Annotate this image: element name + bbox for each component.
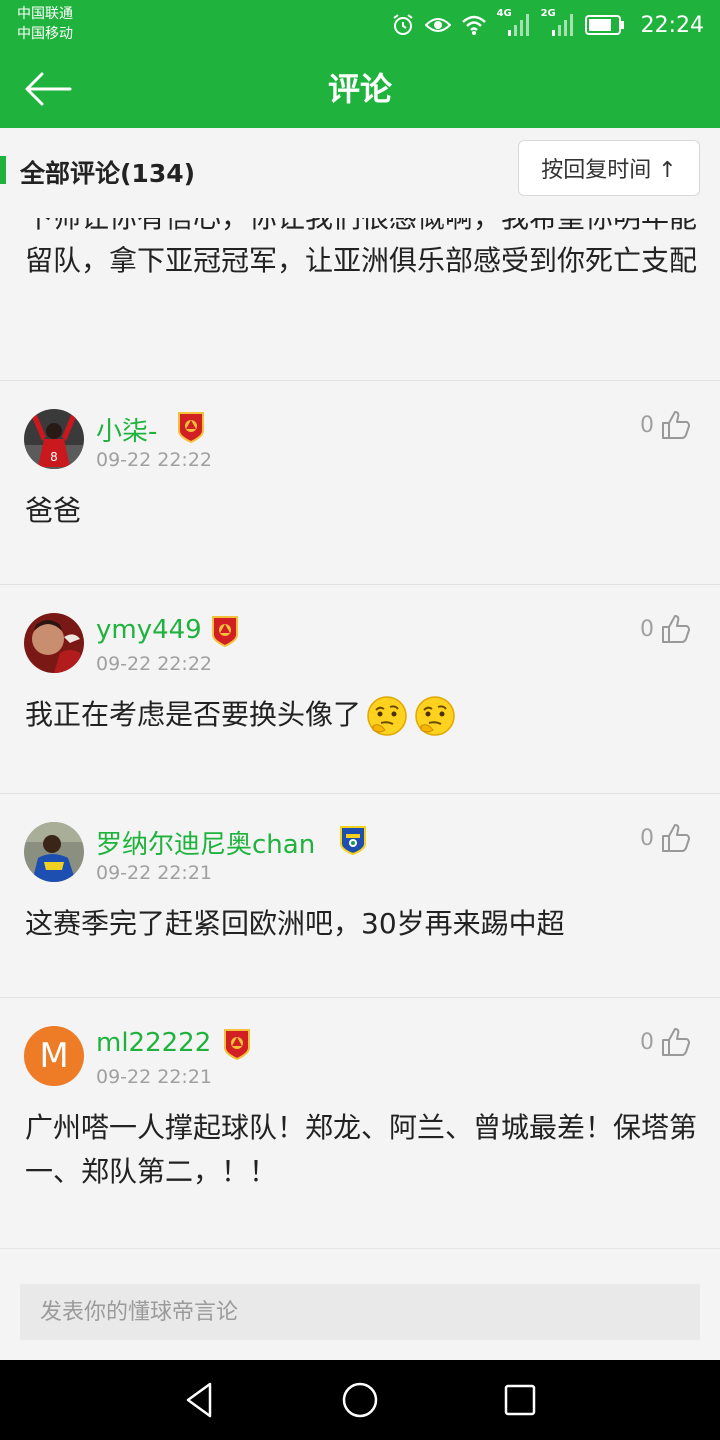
brazil-crest-icon bbox=[340, 826, 366, 856]
carrier-2: 中国移动 bbox=[17, 26, 73, 42]
status-bar: 中国联通 中国移动 4G 2G 22:24 bbox=[0, 0, 720, 50]
avatar[interactable]: M bbox=[24, 1026, 84, 1086]
svg-text:8: 8 bbox=[50, 450, 58, 464]
like-button[interactable]: 0 bbox=[640, 409, 692, 441]
team-crest-icon bbox=[178, 412, 204, 443]
thumbs-up-icon bbox=[662, 824, 690, 852]
like-count: 0 bbox=[640, 825, 654, 851]
battery-icon bbox=[584, 15, 624, 35]
comment-text: 这赛季完了赶紧回欧洲吧，30岁再来踢中超 bbox=[25, 907, 565, 940]
like-button[interactable]: 0 bbox=[640, 1026, 692, 1058]
comment-text: 我正在考虑是否要换头像了 bbox=[25, 698, 362, 731]
username[interactable]: 小柒- bbox=[96, 411, 157, 448]
carrier-1: 中国联通 bbox=[17, 6, 73, 22]
sort-button[interactable]: 按回复时间 ↑ bbox=[518, 140, 700, 196]
section-accent-bar bbox=[0, 156, 6, 184]
avatar[interactable] bbox=[24, 613, 84, 673]
section-header: 全部评论(134) 按回复时间 ↑ bbox=[0, 128, 720, 218]
avatar[interactable] bbox=[24, 822, 84, 882]
avatar[interactable]: 8 bbox=[24, 409, 84, 469]
username[interactable]: ml22222 bbox=[96, 1028, 211, 1058]
comment-text: 爸爸 bbox=[25, 494, 82, 527]
status-icons: 4G 2G 22:24 bbox=[391, 8, 704, 41]
signal-bars-icon bbox=[507, 14, 529, 36]
comment-time: 09-22 22:22 bbox=[96, 653, 213, 675]
comment-item: M ml22222 09-22 22:21 0 广州嗒一人撑起球队！郑龙、阿兰、… bbox=[0, 997, 720, 1248]
signal-bars-icon bbox=[551, 14, 573, 36]
thumbs-up-icon bbox=[662, 411, 690, 439]
carrier-info: 中国联通 中国移动 bbox=[17, 4, 73, 44]
eye-icon bbox=[424, 18, 451, 32]
sort-label: 按回复时间 ↑ bbox=[541, 158, 677, 183]
section-title: 全部评论(134) bbox=[20, 159, 196, 188]
comment-input[interactable] bbox=[20, 1284, 700, 1340]
signal-4g: 4G bbox=[497, 8, 531, 38]
comment-item: ymy449 09-22 22:22 0 我正在考虑是否要换头像了 bbox=[0, 584, 720, 793]
thumbs-up-icon bbox=[662, 615, 690, 643]
comment-list[interactable]: 下师让你有信心，你让我们很感慨啊，我希望你明年能留队，拿下亚冠冠军，让亚洲俱乐部… bbox=[0, 128, 720, 1248]
clock: 22:24 bbox=[640, 12, 704, 38]
comment-time: 09-22 22:22 bbox=[96, 449, 213, 471]
comment-time: 09-22 22:21 bbox=[96, 862, 213, 884]
like-button[interactable]: 0 bbox=[640, 613, 692, 645]
like-count: 0 bbox=[640, 1029, 654, 1055]
back-arrow-icon bbox=[25, 72, 72, 106]
thinking-face-icon bbox=[367, 696, 407, 736]
comment-text-row: 我正在考虑是否要换头像了 bbox=[25, 693, 698, 738]
team-crest-icon bbox=[212, 616, 238, 647]
title-bar: 评论 bbox=[0, 50, 720, 128]
nav-recents-icon[interactable] bbox=[500, 1380, 540, 1420]
comment-text: 广州嗒一人撑起球队！郑龙、阿兰、曾城最差！保塔第一、郑队第二，！！ bbox=[25, 1111, 698, 1188]
app-root: 中国联通 中国移动 4G 2G 22:24 评论 下师让你有信心，你让我们很 bbox=[0, 0, 720, 1440]
wifi-icon bbox=[461, 15, 486, 35]
like-button[interactable]: 0 bbox=[640, 822, 692, 854]
page-title: 评论 bbox=[327, 70, 392, 108]
alarm-icon bbox=[392, 14, 413, 35]
navigation-bar bbox=[0, 1360, 720, 1440]
comment-time: 09-22 22:21 bbox=[96, 1066, 213, 1088]
username[interactable]: ymy449 bbox=[96, 615, 202, 645]
like-count: 0 bbox=[640, 412, 654, 438]
team-crest-icon bbox=[224, 1029, 250, 1060]
username[interactable]: 罗纳尔迪尼奥chan bbox=[96, 824, 315, 861]
comment-item: 8 小柒- 09-22 22:22 0 爸爸 bbox=[0, 380, 720, 584]
nav-home-icon[interactable] bbox=[340, 1380, 380, 1420]
thumbs-up-icon bbox=[662, 1028, 690, 1056]
signal-2g: 2G bbox=[541, 8, 575, 38]
comment-item: 罗纳尔迪尼奥chan 09-22 22:21 0 这赛季完了赶紧回欧洲吧，30岁… bbox=[0, 793, 720, 997]
back-button[interactable] bbox=[22, 68, 74, 110]
nav-back-icon[interactable] bbox=[180, 1380, 220, 1420]
thinking-face-icon bbox=[415, 696, 455, 736]
like-count: 0 bbox=[640, 616, 654, 642]
comment-composer bbox=[0, 1248, 720, 1360]
